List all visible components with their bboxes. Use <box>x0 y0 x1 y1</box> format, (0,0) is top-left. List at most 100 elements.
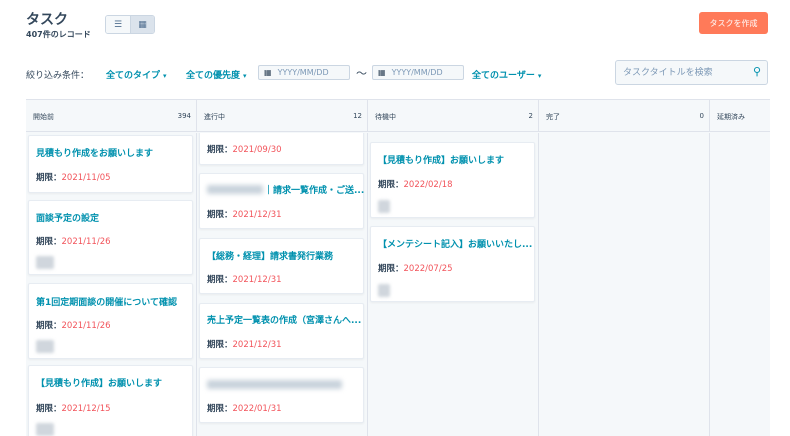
column-header-postponed: 延期済み <box>710 100 770 132</box>
task-card[interactable]: 面談予定の設定 期限：2021/11/26 <box>28 200 193 275</box>
column-done <box>539 133 710 436</box>
user-filter-label: 全てのユーザー <box>472 71 535 81</box>
task-card[interactable]: 売上予定一覧表の作成（宮澤さんへ... 期限：2021/12/31 <box>199 303 364 359</box>
task-title[interactable]: 面談予定の設定 <box>36 211 99 224</box>
due-date: 2021/12/31 <box>232 340 282 350</box>
task-due: 期限：2022/01/31 <box>207 402 282 414</box>
due-date: 2021/09/30 <box>232 145 282 155</box>
task-due: 期限：2022/07/25 <box>378 262 453 274</box>
task-due: 期限：2021/11/26 <box>36 319 111 331</box>
search-box: ⚲ <box>615 60 768 85</box>
view-toggle: ☰ ▦ <box>105 15 155 34</box>
column-count: 0 <box>699 112 704 120</box>
task-title[interactable]: 第1回定期面談の開催について確認 <box>36 295 177 308</box>
task-due: 期限：2021/12/31 <box>207 273 282 285</box>
due-date: 2021/12/31 <box>232 210 282 220</box>
due-date: 2021/12/15 <box>61 404 111 414</box>
column-postponed <box>710 133 770 436</box>
task-card[interactable]: 期限：2022/01/31 <box>199 367 364 423</box>
task-card[interactable]: ｜請求一覧作成・ご送... 期限：2021/12/31 <box>199 173 364 229</box>
due-label: 期限： <box>36 237 62 247</box>
due-date: 2021/11/05 <box>61 173 111 183</box>
type-filter-dropdown[interactable]: 全てのタイプ ▾ <box>106 68 167 81</box>
task-title[interactable]: 【見積もり作成】お願いします <box>36 376 162 389</box>
kanban-board: 開始前 394 進行中 12 待機中 2 完了 0 延期済み 見積もり作成をお願… <box>26 99 770 436</box>
task-due: 期限：2021/11/26 <box>36 235 111 247</box>
column-waiting: 【見積もり作成】お願いします 期限：2022/02/18 【メンテシート記入】お… <box>368 133 539 436</box>
due-date: 2021/12/31 <box>232 275 282 285</box>
type-filter-label: 全てのタイプ <box>106 71 161 81</box>
column-name: 進行中 <box>204 113 225 121</box>
column-count: 2 <box>528 112 533 120</box>
task-title[interactable]: 【見積もり作成】お願いします <box>378 153 504 166</box>
avatar <box>36 423 54 436</box>
task-due: 期限：2021/12/15 <box>36 402 111 414</box>
date-from-input[interactable]: ▦ YYYY/MM/DD <box>258 65 350 80</box>
search-icon[interactable]: ⚲ <box>753 65 761 78</box>
column-name: 開始前 <box>33 113 54 121</box>
avatar <box>36 340 54 353</box>
record-count: 407件のレコード <box>26 30 91 39</box>
search-input[interactable] <box>623 66 743 80</box>
task-card[interactable]: 【見積もり作成】お願いします 期限：2021/12/15 <box>28 365 193 436</box>
task-card[interactable]: 見積もり作成をお願いします 期限：2021/11/05 <box>28 135 193 193</box>
create-task-button[interactable]: タスクを作成 <box>699 12 768 34</box>
task-due: 期限：2021/11/05 <box>36 171 111 183</box>
due-label: 期限： <box>378 180 404 190</box>
due-label: 期限： <box>207 275 233 285</box>
chevron-down-icon: ▾ <box>243 72 247 80</box>
task-title[interactable]: 【総務・経理】請求書発行業務 <box>207 249 333 262</box>
task-due: 期限：2021/12/31 <box>207 338 282 350</box>
column-count: 394 <box>177 112 191 120</box>
calendar-icon: ▦ <box>378 68 386 77</box>
column-header-in-progress: 進行中 12 <box>197 100 368 132</box>
task-card[interactable]: 【見積もり作成】お願いします 期限：2022/02/18 <box>370 142 535 218</box>
task-card[interactable]: 第1回定期面談の開催について確認 期限：2021/11/26 <box>28 283 193 359</box>
column-header-waiting: 待機中 2 <box>368 100 539 132</box>
avatar <box>36 256 54 269</box>
page-header: タスク 407件のレコード ☰ ▦ タスクを作成 <box>0 0 790 50</box>
task-card[interactable]: 【総務・経理】請求書発行業務 期限：2021/12/31 <box>199 238 364 294</box>
column-headers: 開始前 394 進行中 12 待機中 2 完了 0 延期済み <box>26 100 770 132</box>
due-date: 2022/07/25 <box>403 264 453 274</box>
avatar <box>378 284 390 297</box>
user-filter-dropdown[interactable]: 全てのユーザー ▾ <box>472 68 541 81</box>
date-to-placeholder: YYYY/MM/DD <box>391 68 443 77</box>
due-label: 期限： <box>36 404 62 414</box>
filter-bar: 絞り込み条件： 全てのタイプ ▾ 全ての優先度 ▾ ▦ YYYY/MM/DD 〜 ▦ Y… <box>26 60 770 90</box>
list-view-icon[interactable]: ☰ <box>106 16 130 33</box>
task-title[interactable]: 【メンテシート記入】お願いいたし... <box>378 237 532 250</box>
redacted-text <box>207 380 342 389</box>
due-date: 2022/01/31 <box>232 404 282 414</box>
due-label: 期限： <box>36 321 62 331</box>
column-in-progress: 期限：2021/09/30 ｜請求一覧作成・ご送... 期限：2021/12/3… <box>197 133 368 436</box>
column-header-todo: 開始前 394 <box>26 100 197 132</box>
task-title[interactable]: 売上予定一覧表の作成（宮澤さんへ... <box>207 313 361 326</box>
column-count: 12 <box>353 112 362 120</box>
due-label: 期限： <box>207 340 233 350</box>
due-label: 期限： <box>378 264 404 274</box>
due-label: 期限： <box>207 210 233 220</box>
filter-label: 絞り込み条件： <box>26 71 90 81</box>
chevron-down-icon: ▾ <box>537 72 542 80</box>
board-view-icon[interactable]: ▦ <box>130 16 154 33</box>
due-label: 期限： <box>36 173 62 183</box>
due-date: 2021/11/26 <box>61 321 111 331</box>
date-from-placeholder: YYYY/MM/DD <box>277 68 329 77</box>
column-name: 完了 <box>546 113 560 121</box>
avatar <box>378 200 390 213</box>
chevron-down-icon: ▾ <box>163 72 167 80</box>
task-card[interactable]: 【メンテシート記入】お願いいたし... 期限：2022/07/25 <box>370 226 535 302</box>
priority-filter-dropdown[interactable]: 全ての優先度 ▾ <box>186 68 247 81</box>
priority-filter-label: 全ての優先度 <box>186 71 241 81</box>
task-title[interactable]: 見積もり作成をお願いします <box>36 146 153 159</box>
redacted-text <box>207 185 263 194</box>
due-label: 期限： <box>207 145 233 155</box>
date-to-input[interactable]: ▦ YYYY/MM/DD <box>372 65 464 80</box>
task-title[interactable]: ｜請求一覧作成・ご送... <box>264 183 364 196</box>
task-due: 期限：2021/09/30 <box>207 143 282 155</box>
page-title: タスク <box>26 12 68 28</box>
task-card[interactable]: 期限：2021/09/30 <box>199 133 364 165</box>
task-due: 期限：2021/12/31 <box>207 208 282 220</box>
calendar-icon: ▦ <box>264 68 272 77</box>
